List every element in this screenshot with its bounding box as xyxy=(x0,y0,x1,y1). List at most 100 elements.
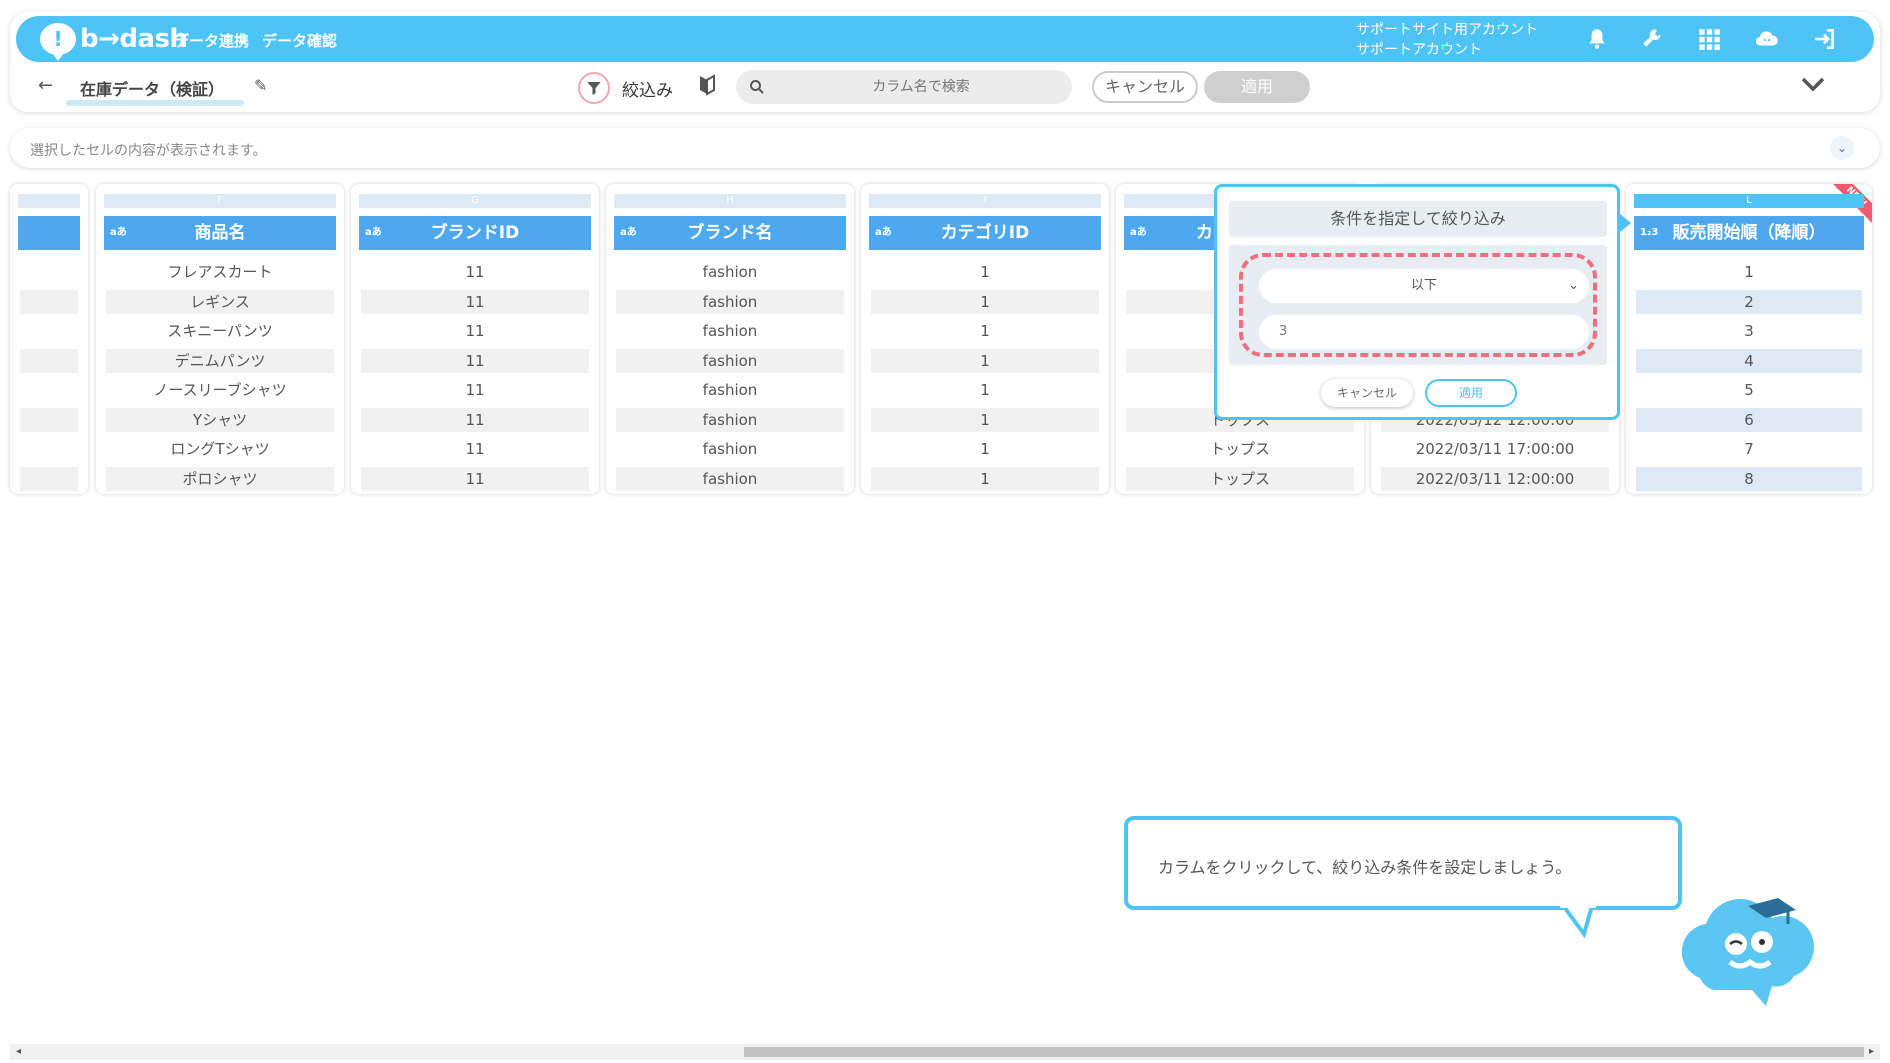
bdash-logo[interactable]: ! b→dash xyxy=(40,23,188,61)
table-cell[interactable]: 5 xyxy=(1636,378,1862,402)
table-cell[interactable]: 1 xyxy=(871,348,1099,373)
column-g[interactable]: G aあ ブランドID 11 11 11 11 11 11 11 11 xyxy=(351,184,599,494)
column-header[interactable]: aあ 商品名 xyxy=(104,216,336,250)
beginner-mark-icon[interactable] xyxy=(698,74,716,100)
table-cell[interactable] xyxy=(20,466,78,491)
table-cell[interactable]: 11 xyxy=(361,437,589,461)
scroll-left-arrow-icon[interactable]: ◂ xyxy=(16,1044,21,1060)
filter-funnel-icon[interactable] xyxy=(578,72,610,104)
table-cell[interactable]: 4 xyxy=(1636,348,1862,373)
table-cell[interactable]: fashion xyxy=(616,289,844,314)
table-cell[interactable]: スキニーパンツ xyxy=(106,319,334,343)
table-cell[interactable]: fashion xyxy=(616,466,844,491)
data-title[interactable]: 在庫データ（検証） xyxy=(80,76,224,100)
popup-apply-button[interactable]: 適用 xyxy=(1425,379,1517,407)
table-cell[interactable]: 6 xyxy=(1636,407,1862,432)
cell-content-placeholder: 選択したセルの内容が表示されます。 xyxy=(30,143,267,159)
column-header[interactable]: aあ ブランドID xyxy=(359,216,591,250)
nav-data-check[interactable]: データ確認 xyxy=(262,30,337,51)
table-cell[interactable] xyxy=(20,289,78,314)
table-cell[interactable]: fashion xyxy=(616,348,844,373)
table-cell[interactable] xyxy=(20,407,78,432)
popup-cancel-button[interactable]: キャンセル xyxy=(1321,379,1413,407)
chevron-down-icon: ⌄ xyxy=(1568,278,1579,293)
column-search-input[interactable] xyxy=(776,70,1066,104)
table-cell[interactable]: 1 xyxy=(871,260,1099,284)
column-l[interactable]: NEW L 1₂3販売開始順（降順） 1 2 3 4 5 6 7 8 xyxy=(1626,184,1872,494)
number-type-icon: 1₂3 xyxy=(1640,227,1659,238)
scroll-right-arrow-icon[interactable]: ▸ xyxy=(1869,1044,1874,1060)
logout-icon[interactable] xyxy=(1810,24,1840,54)
table-cell[interactable] xyxy=(20,260,78,284)
horizontal-scrollbar[interactable]: ◂ ▸ xyxy=(10,1044,1880,1060)
table-cell[interactable]: 11 xyxy=(361,466,589,491)
table-cell[interactable]: 11 xyxy=(361,319,589,343)
table-cell[interactable]: fashion xyxy=(616,407,844,432)
column-header[interactable]: aあ ブランド名 xyxy=(614,216,846,250)
column-e[interactable] xyxy=(10,184,88,494)
column-h[interactable]: H aあ ブランド名 fashion fashion fashion fashio… xyxy=(606,184,854,494)
cell-content-bar[interactable]: 選択したセルの内容が表示されます。 ⌄ xyxy=(10,128,1880,168)
wrench-icon[interactable] xyxy=(1638,24,1668,54)
table-cell[interactable] xyxy=(20,348,78,373)
table-cell[interactable]: fashion xyxy=(616,378,844,402)
table-cell[interactable]: 11 xyxy=(361,378,589,402)
table-cell[interactable]: fashion xyxy=(616,319,844,343)
filter-value-input[interactable]: 3 xyxy=(1259,315,1589,349)
table-cell[interactable]: レギンス xyxy=(106,289,334,314)
table-cell[interactable]: 1 xyxy=(871,289,1099,314)
column-header[interactable]: 1₂3 販売開始順（降順） xyxy=(1634,216,1864,250)
chevron-down-icon[interactable]: ⌄ xyxy=(1830,136,1854,160)
column-f[interactable]: F aあ 商品名 フレアスカート レギンス スキニーパンツ デニムパンツ ノースリ… xyxy=(96,184,344,494)
column-header[interactable]: aあ カテゴリID xyxy=(869,216,1101,250)
edit-pencil-icon[interactable]: ✎ xyxy=(254,76,267,95)
table-cell[interactable]: 11 xyxy=(361,348,589,373)
account-info[interactable]: サポートサイト用アカウント サポートアカウント xyxy=(1356,20,1538,60)
column-header[interactable] xyxy=(18,216,80,250)
table-cell[interactable]: 11 xyxy=(361,407,589,432)
apply-button[interactable]: 適用 xyxy=(1204,71,1310,103)
table-cell[interactable]: 8 xyxy=(1636,466,1862,491)
table-cell[interactable]: 1 xyxy=(871,319,1099,343)
column-name: ブランドID xyxy=(430,223,520,243)
table-cell[interactable]: Yシャツ xyxy=(106,407,334,432)
mascot-character[interactable] xyxy=(1670,880,1820,1024)
column-letter: I xyxy=(869,194,1101,208)
table-cell[interactable]: ポロシャツ xyxy=(106,466,334,491)
nav-data-integration[interactable]: データ連携 xyxy=(174,30,249,51)
back-arrow-icon[interactable]: ← xyxy=(38,75,53,96)
table-cell[interactable]: 1 xyxy=(871,407,1099,432)
filter-label[interactable]: 絞込み xyxy=(622,76,673,101)
table-cell[interactable]: 1 xyxy=(871,378,1099,402)
chevron-down-icon[interactable] xyxy=(1800,74,1826,98)
table-cell[interactable] xyxy=(20,378,78,402)
cancel-button[interactable]: キャンセル xyxy=(1092,71,1198,103)
grid-icon[interactable] xyxy=(1694,24,1724,54)
table-cell[interactable]: 3 xyxy=(1636,319,1862,343)
table-cell[interactable]: トップス xyxy=(1126,437,1354,461)
column-cells: 1 2 3 4 5 6 7 8 xyxy=(1636,260,1862,494)
column-i[interactable]: I aあ カテゴリID 1 1 1 1 1 1 1 1 xyxy=(861,184,1109,494)
table-cell[interactable] xyxy=(20,319,78,343)
table-cell[interactable]: ノースリーブシャツ xyxy=(106,378,334,402)
table-cell[interactable]: 1 xyxy=(871,466,1099,491)
table-cell[interactable]: ロングTシャツ xyxy=(106,437,334,461)
table-cell[interactable]: 11 xyxy=(361,260,589,284)
table-cell[interactable]: デニムパンツ xyxy=(106,348,334,373)
table-cell[interactable]: フレアスカート xyxy=(106,260,334,284)
table-cell[interactable]: fashion xyxy=(616,437,844,461)
operator-select[interactable]: 以下 ⌄ xyxy=(1259,269,1589,303)
table-cell[interactable] xyxy=(20,437,78,461)
cloud-mascot-icon[interactable] xyxy=(1752,24,1782,54)
table-cell[interactable]: 2022/03/11 17:00:00 xyxy=(1381,437,1609,461)
bell-icon[interactable] xyxy=(1582,24,1612,54)
table-cell[interactable]: fashion xyxy=(616,260,844,284)
table-cell[interactable]: 7 xyxy=(1636,437,1862,461)
scrollbar-thumb[interactable] xyxy=(744,1047,1864,1057)
table-cell[interactable]: 11 xyxy=(361,289,589,314)
table-cell[interactable]: トップス xyxy=(1126,466,1354,491)
table-cell[interactable]: 1 xyxy=(1636,260,1862,284)
table-cell[interactable]: 2022/03/11 12:00:00 xyxy=(1381,466,1609,491)
table-cell[interactable]: 1 xyxy=(871,437,1099,461)
table-cell[interactable]: 2 xyxy=(1636,289,1862,314)
